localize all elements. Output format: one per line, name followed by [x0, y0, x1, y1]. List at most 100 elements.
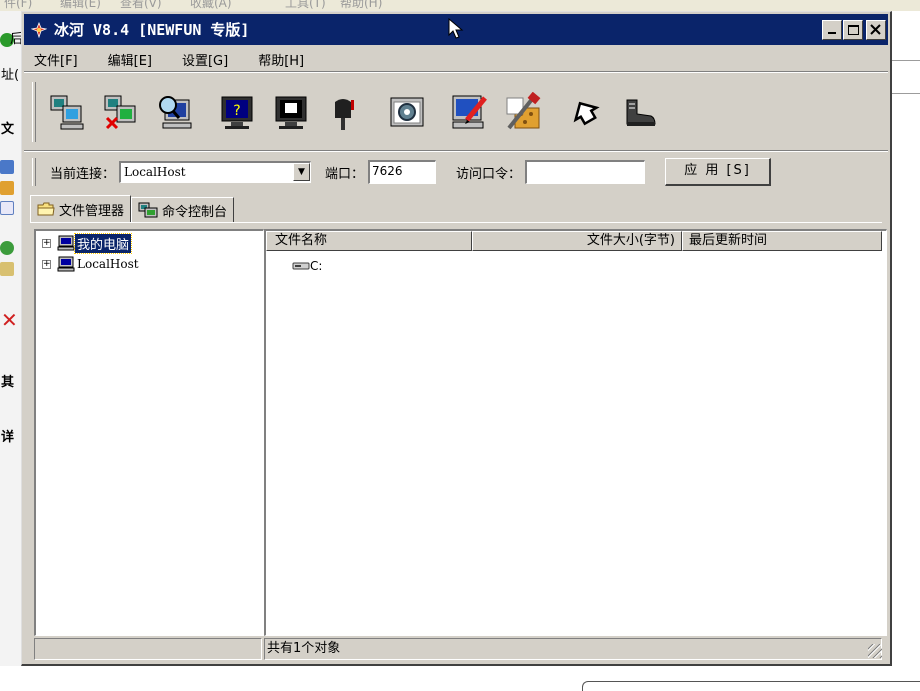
connection-grip[interactable]: [32, 158, 36, 186]
close-button[interactable]: [866, 20, 886, 40]
tab-baseline: [30, 222, 882, 223]
home-button[interactable]: [562, 88, 608, 136]
tree-label: LocalHost: [77, 257, 139, 271]
home-icon: [573, 101, 600, 126]
console-icon: [138, 202, 158, 218]
list-item-name: C:: [310, 259, 323, 273]
expand-icon[interactable]: +: [42, 259, 51, 269]
bg-menu-help[interactable]: 帮助(H): [340, 0, 382, 11]
column-file-name[interactable]: 文件名称: [266, 231, 472, 251]
background-sidebar: 后 址( 文 ✕ 其 详: [0, 11, 23, 666]
menu-help[interactable]: 帮助[H]: [258, 50, 304, 69]
bg-task-icon-1[interactable]: [0, 160, 14, 174]
add-host-button[interactable]: [44, 88, 90, 136]
bg-menu-tools[interactable]: 工具(T): [285, 0, 326, 11]
title-bar[interactable]: 冰河 V8.4 [NEWFUN 专版]: [24, 14, 888, 45]
minimize-button[interactable]: [822, 20, 842, 40]
window-title: 冰河 V8.4 [NEWFUN 专版]: [54, 21, 250, 39]
port-label: 端口：: [325, 166, 365, 182]
resize-grip[interactable]: [868, 644, 882, 658]
svg-text:?: ?: [233, 103, 240, 119]
folder-icon: [37, 202, 55, 216]
settings-gear-button[interactable]: [384, 88, 430, 136]
drive-icon: [292, 262, 310, 270]
tab-command-console[interactable]: 命令控制台: [131, 197, 235, 222]
bg-menu-edit[interactable]: 编辑(E): [60, 0, 101, 11]
screen-capture-button[interactable]: [268, 88, 314, 136]
tree-label: 我的电脑: [73, 232, 133, 254]
window-controls: [821, 20, 886, 40]
boot-icon: [626, 99, 656, 126]
tools-button[interactable]: [500, 88, 546, 136]
maximize-icon: [848, 25, 859, 35]
close-icon: [870, 24, 881, 35]
column-file-size[interactable]: 文件大小(字节): [472, 231, 682, 251]
tab-strip: 文件管理器 命令控制台: [30, 195, 235, 222]
current-connection-label: 当前连接：: [50, 166, 116, 182]
delete-host-button[interactable]: [98, 88, 144, 136]
tools-icon: [506, 92, 541, 130]
delete-host-icon: [104, 95, 136, 130]
minimize-icon: [828, 32, 836, 34]
bg-task-icon-5[interactable]: [0, 262, 14, 276]
tab-file-manager-label: 文件管理器: [59, 203, 125, 219]
file-list[interactable]: 文件名称 文件大小(字节) 最后更新时间 C:: [264, 229, 887, 636]
maximize-button[interactable]: [843, 20, 863, 40]
computer-icon: [57, 256, 75, 272]
tree-item-localhost[interactable]: + LocalHost: [42, 255, 141, 273]
screen-capture-icon: [275, 96, 307, 129]
menu-separator: [24, 71, 888, 73]
connection-bar: 当前连接： LocalHost ▼ 端口： 7626 访问口令： 应 用 [S]: [30, 154, 882, 190]
tab-command-console-label: 命令控制台: [162, 204, 228, 220]
boot-button[interactable]: [616, 88, 662, 136]
mouse-cursor-icon: [448, 18, 464, 39]
apply-button[interactable]: 应 用 [S]: [665, 158, 772, 186]
password-field[interactable]: [525, 160, 646, 184]
computer-icon: [57, 235, 75, 251]
mailbox-button[interactable]: [322, 88, 368, 136]
help-screen-icon: ?: [221, 96, 253, 129]
bg-menu-file[interactable]: 件(F): [4, 0, 32, 11]
menu-settings[interactable]: 设置[G]: [182, 50, 228, 69]
chevron-down-icon[interactable]: ▼: [293, 163, 311, 181]
help-screen-button[interactable]: ?: [214, 88, 260, 136]
status-panel-left: [34, 638, 262, 660]
config-edit-button[interactable]: [446, 88, 492, 136]
background-address-strip: [890, 60, 920, 94]
column-modified-time[interactable]: 最后更新时间: [682, 231, 882, 251]
port-field[interactable]: 7626: [368, 160, 437, 184]
menu-edit[interactable]: 编辑[E]: [108, 50, 152, 69]
menu-file[interactable]: 文件[F]: [34, 50, 78, 69]
current-connection-value: LocalHost: [124, 165, 186, 179]
expand-icon[interactable]: +: [42, 238, 51, 248]
status-text: 共有1个对象: [264, 638, 882, 660]
bg-delete-icon[interactable]: ✕: [0, 311, 22, 329]
bg-task-icon-4[interactable]: [0, 241, 14, 255]
toolbar-grip[interactable]: [32, 82, 36, 142]
search-host-button[interactable]: [152, 88, 198, 136]
settings-gear-icon: [390, 97, 424, 127]
add-host-icon: [50, 95, 84, 130]
bg-task-icon-2[interactable]: [0, 181, 14, 195]
status-bar: 共有1个对象: [34, 638, 884, 660]
bg-task-icon-3[interactable]: [0, 201, 14, 215]
list-header: 文件名称 文件大小(字节) 最后更新时间: [266, 231, 882, 251]
background-menubar: 件(F) 编辑(E) 查看(V) 收藏(A) 工具(T) 帮助(H): [0, 0, 920, 11]
bg-address-label: 址(: [1, 68, 20, 83]
folder-tree[interactable]: + 我的电脑 + LocalHost: [34, 229, 264, 636]
bg-menu-view[interactable]: 查看(V): [120, 0, 162, 11]
tab-file-manager[interactable]: 文件管理器: [30, 195, 132, 222]
mailbox-icon: [335, 99, 354, 130]
main-window: 冰河 V8.4 [NEWFUN 专版] 文件[F] 编辑[E] 设置[G] 帮助…: [21, 11, 892, 666]
menu-bar: 文件[F] 编辑[E] 设置[G] 帮助[H]: [24, 48, 888, 70]
list-item[interactable]: C:: [292, 259, 322, 273]
current-connection-select[interactable]: LocalHost ▼: [119, 161, 312, 183]
tree-item-my-computer[interactable]: + 我的电脑: [42, 232, 133, 254]
toolbar: ?: [30, 76, 882, 148]
bg-section-other: 其: [1, 375, 15, 390]
app-icon: [30, 21, 48, 39]
bg-menu-favorites[interactable]: 收藏(A): [190, 0, 232, 11]
bg-section-details: 详: [1, 430, 15, 445]
search-host-icon: [159, 96, 192, 129]
toolbar-separator: [24, 150, 888, 152]
